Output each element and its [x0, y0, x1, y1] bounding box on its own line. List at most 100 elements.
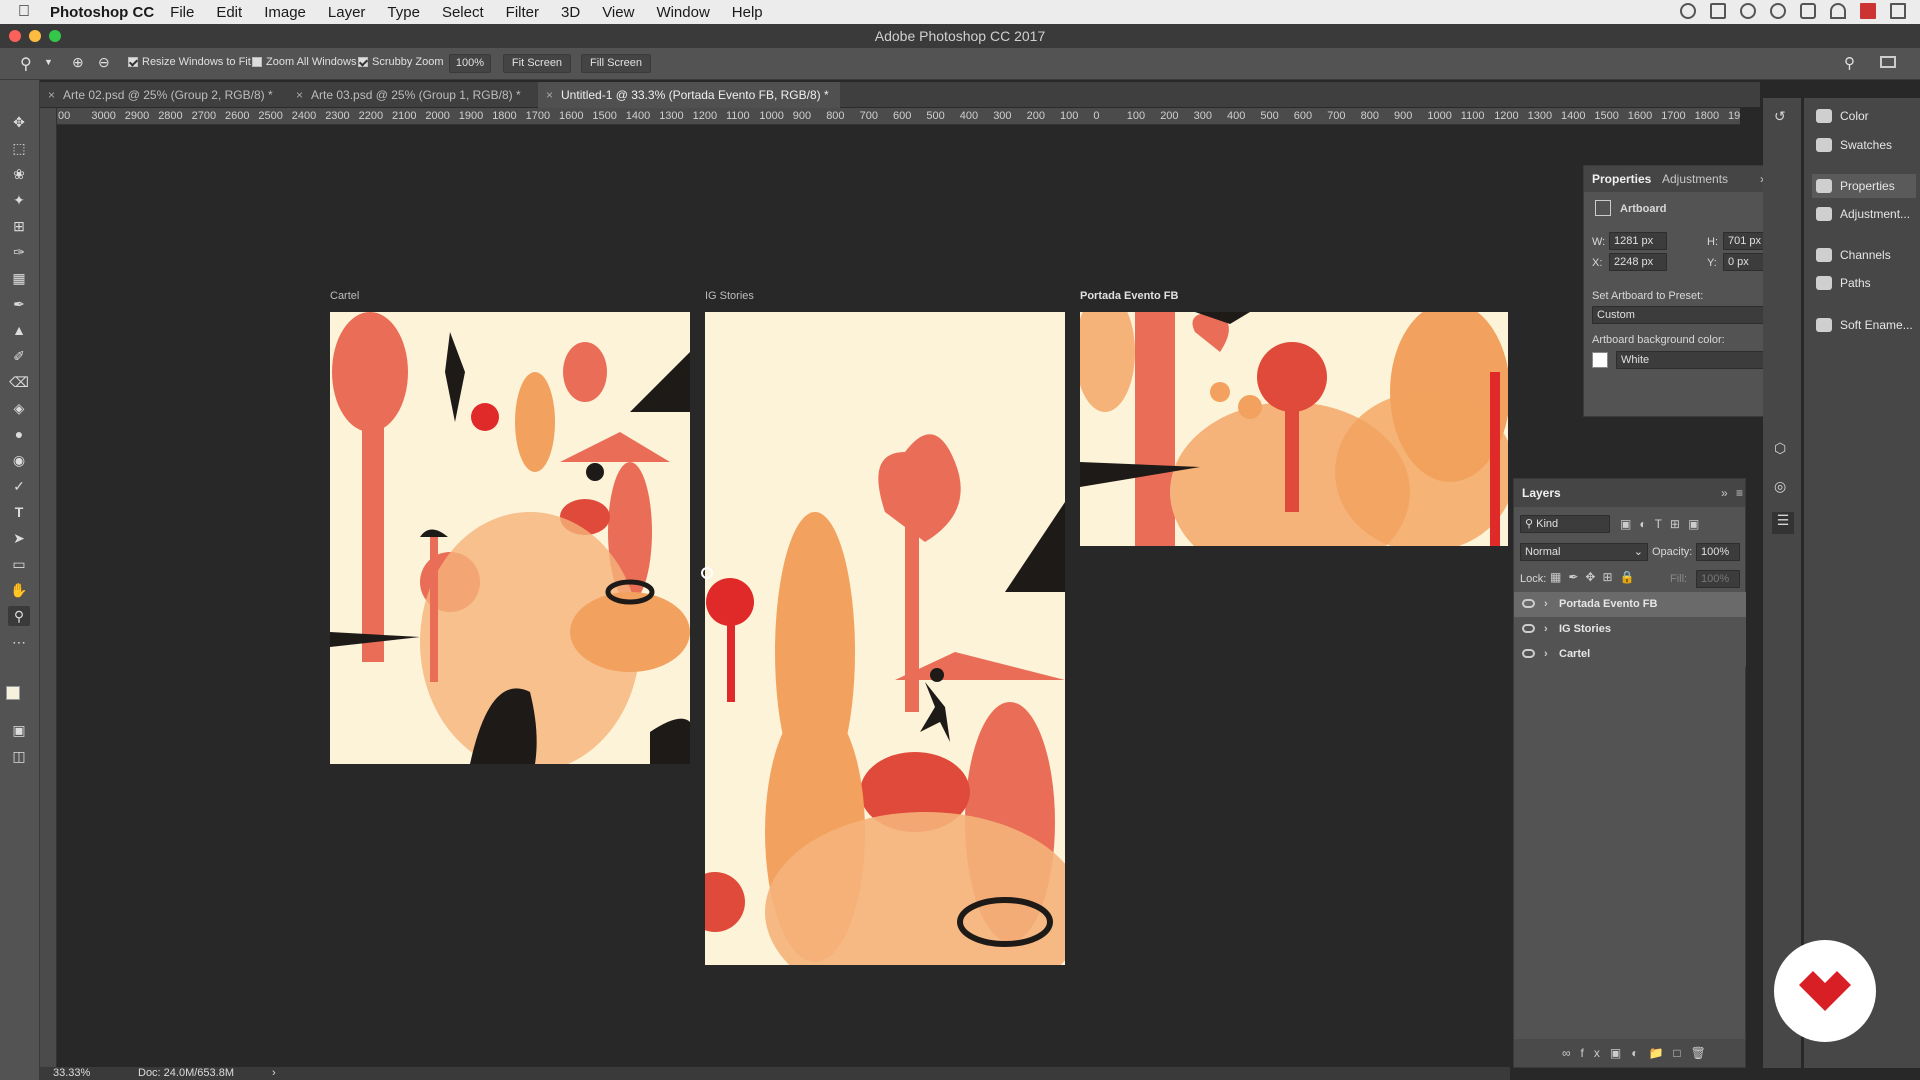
artboard-portada-evento-fb[interactable] — [1080, 312, 1508, 546]
tool-preset-chevron-icon[interactable]: ▼ — [44, 57, 53, 67]
quick-mask-icon[interactable]: ▣ — [8, 720, 30, 740]
layer-row-portada-evento-fb[interactable]: › Portada Evento FB — [1514, 592, 1746, 617]
scrubby-zoom-option[interactable]: Scrubby Zoom — [358, 56, 444, 68]
menu-file[interactable]: File — [170, 4, 194, 21]
zoom-window-button[interactable] — [49, 30, 61, 42]
history-brush-tool-icon[interactable]: ✐ — [8, 346, 30, 366]
zoom-out-icon[interactable]: ⊖ — [98, 54, 110, 71]
dropbox-icon[interactable] — [1710, 3, 1726, 19]
chevron-right-icon[interactable]: › — [1544, 648, 1548, 660]
close-icon[interactable]: × — [296, 88, 303, 102]
color-panel-button[interactable]: Color — [1812, 104, 1916, 128]
lasso-tool-icon[interactable]: ❀ — [8, 164, 30, 184]
paint-bucket-tool-icon[interactable]: ◈ — [8, 398, 30, 418]
frame-tool-icon[interactable]: ▦ — [8, 268, 30, 288]
menu-layer[interactable]: Layer — [328, 4, 366, 21]
properties-panel-button[interactable]: Properties — [1812, 174, 1916, 198]
brush-tool-icon[interactable]: ✒ — [8, 294, 30, 314]
tab-arte-03[interactable]: × Arte 03.psd @ 25% (Group 1, RGB/8) * — [288, 82, 534, 108]
zoom-all-windows-option[interactable]: Zoom All Windows — [252, 56, 356, 68]
soft-enamel-panel-button[interactable]: Soft Ename... — [1812, 313, 1916, 337]
history-icon[interactable]: ↺ — [1774, 108, 1786, 125]
zoom-all-windows-checkbox[interactable] — [252, 57, 262, 67]
paths-panel-button[interactable]: Paths — [1812, 271, 1916, 295]
background-color-swatch[interactable] — [1592, 352, 1608, 368]
tab-properties[interactable]: Properties — [1592, 166, 1651, 192]
path-selection-tool-icon[interactable]: ➤ — [8, 528, 30, 548]
move-tool-icon[interactable]: ✥ — [8, 112, 30, 132]
libraries-icon[interactable]: ◎ — [1774, 478, 1786, 495]
crop-tool-icon[interactable]: ⊞ — [8, 216, 30, 236]
layer-filter-icons[interactable]: ▣◐T⊞▣ — [1620, 517, 1707, 531]
x-field[interactable]: 2248 px — [1609, 253, 1667, 271]
marquee-tool-icon[interactable]: ⬚ — [8, 138, 30, 158]
background-color-select[interactable]: White⌄ — [1616, 351, 1782, 369]
vertical-ruler[interactable] — [40, 108, 57, 1068]
more-tools-icon[interactable]: ⋯ — [8, 632, 30, 652]
menu-edit[interactable]: Edit — [216, 4, 242, 21]
eyedropper-tool-icon[interactable]: ✑ — [8, 242, 30, 262]
menu-select[interactable]: Select — [442, 4, 484, 21]
swatches-panel-button[interactable]: Swatches — [1812, 133, 1916, 157]
close-window-button[interactable] — [9, 30, 21, 42]
record-icon[interactable] — [1680, 3, 1696, 19]
preset-select[interactable]: Custom⌄ — [1592, 306, 1782, 324]
resize-windows-checkbox[interactable] — [128, 57, 138, 67]
stamp-tool-icon[interactable]: ▲ — [8, 320, 30, 340]
channels-panel-button[interactable]: Channels — [1812, 243, 1916, 267]
artboard-ig-stories[interactable] — [705, 312, 1065, 965]
creative-cloud-icon[interactable] — [1740, 3, 1756, 19]
visibility-eye-icon[interactable] — [1522, 649, 1535, 658]
canvas-area[interactable]: Cartel IG Stories Portada Evento FB — [57, 125, 1509, 1068]
chevron-right-icon[interactable]: › — [1544, 623, 1548, 635]
status-chevron-icon[interactable]: › — [272, 1067, 276, 1079]
zoom-in-icon[interactable]: ⊕ — [72, 54, 84, 71]
type-tool-icon[interactable]: T — [8, 502, 30, 522]
menu-3d[interactable]: 3D — [561, 4, 580, 21]
dodge-tool-icon[interactable]: ◉ — [8, 450, 30, 470]
tab-untitled-1[interactable]: × Untitled-1 @ 33.3% (Portada Evento FB, … — [538, 82, 840, 108]
menu-help[interactable]: Help — [732, 4, 763, 21]
foreground-color-swatch[interactable] — [6, 686, 20, 700]
tab-arte-02[interactable]: × Arte 02.psd @ 25% (Group 2, RGB/8) * — [40, 82, 284, 108]
menu-view[interactable]: View — [602, 4, 634, 21]
chevron-right-icon[interactable]: › — [1544, 598, 1548, 610]
layers-icon[interactable]: ☰ — [1772, 512, 1794, 534]
workspace-icon[interactable] — [1880, 56, 1896, 68]
3d-icon[interactable]: ⬡ — [1774, 440, 1786, 457]
panel-menu-icon[interactable]: ≡ — [1736, 479, 1743, 507]
collapse-panel-icon[interactable]: » — [1721, 479, 1728, 507]
zoom-tool-icon[interactable]: ⚲ — [8, 606, 30, 626]
menu-image[interactable]: Image — [264, 4, 306, 21]
visibility-eye-icon[interactable] — [1522, 599, 1535, 608]
search-icon[interactable]: ⚲ — [1844, 54, 1855, 72]
layer-row-ig-stories[interactable]: › IG Stories — [1514, 617, 1746, 642]
rectangle-tool-icon[interactable]: ▭ — [8, 554, 30, 574]
wifi-icon[interactable] — [1830, 3, 1846, 19]
tab-layers[interactable]: Layers — [1522, 479, 1561, 507]
pen-tool-icon[interactable]: ✓ — [8, 476, 30, 496]
fill-field[interactable]: 100% — [1696, 570, 1740, 588]
width-field[interactable]: 1281 px — [1609, 232, 1667, 250]
opacity-field[interactable]: 100% — [1696, 543, 1740, 561]
airplay-icon[interactable] — [1890, 3, 1906, 19]
close-icon[interactable]: × — [48, 88, 55, 102]
magic-wand-tool-icon[interactable]: ✦ — [8, 190, 30, 210]
status-zoom[interactable]: 33.33% — [53, 1067, 90, 1079]
fit-screen-button[interactable]: Fit Screen — [503, 54, 571, 73]
close-icon[interactable]: × — [546, 88, 553, 102]
hand-tool-icon[interactable]: ✋ — [8, 580, 30, 600]
screen-mode-icon[interactable]: ◫ — [8, 746, 30, 766]
lock-icons[interactable]: ▦✒✥⊞🔒 — [1550, 570, 1641, 584]
artboard-cartel[interactable] — [330, 312, 690, 764]
time-machine-icon[interactable] — [1770, 3, 1786, 19]
menu-window[interactable]: Window — [656, 4, 709, 21]
fill-screen-button[interactable]: Fill Screen — [581, 54, 651, 73]
flag-icon[interactable] — [1860, 3, 1876, 19]
adjustments-panel-button[interactable]: Adjustment... — [1812, 202, 1916, 226]
blend-mode-select[interactable]: Normal ⌄ — [1520, 543, 1648, 561]
artboard-label-portada-evento-fb[interactable]: Portada Evento FB — [1080, 290, 1178, 302]
scrubby-zoom-checkbox[interactable] — [358, 57, 368, 67]
layer-filter-kind[interactable]: ⚲ Kind — [1520, 515, 1610, 533]
visibility-eye-icon[interactable] — [1522, 624, 1535, 633]
